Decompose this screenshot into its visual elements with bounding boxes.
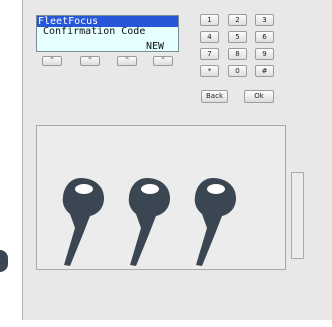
keypad-key-4[interactable]: 4 bbox=[200, 31, 219, 43]
lcd-status: NEW bbox=[145, 41, 164, 52]
keypad-key-8[interactable]: 8 bbox=[228, 48, 247, 60]
soft-key-1[interactable]: ^ bbox=[42, 56, 62, 66]
keypad-key-9[interactable]: 9 bbox=[255, 48, 274, 60]
lcd-display: FleetFocus Confirmation Code NEW bbox=[36, 15, 179, 52]
car-key-icon-3[interactable] bbox=[193, 176, 238, 268]
soft-key-4[interactable]: ^ bbox=[153, 56, 173, 66]
soft-key-2[interactable]: ^ bbox=[80, 56, 100, 66]
left-edge-shape bbox=[0, 250, 8, 272]
keypad-key-5[interactable]: 5 bbox=[228, 31, 247, 43]
keypad-key-1[interactable]: 1 bbox=[200, 14, 219, 26]
ok-button[interactable]: Ok bbox=[244, 90, 274, 103]
keypad-key-7[interactable]: 7 bbox=[200, 48, 219, 60]
keypad-key-6[interactable]: 6 bbox=[255, 31, 274, 43]
car-key-icon-2[interactable] bbox=[127, 176, 172, 268]
keypad-key-0[interactable]: 0 bbox=[228, 65, 247, 77]
soft-key-3[interactable]: ^ bbox=[117, 56, 137, 66]
keypad-key-2[interactable]: 2 bbox=[228, 14, 247, 26]
car-key-icon-1[interactable] bbox=[61, 176, 106, 268]
lcd-prompt: Confirmation Code bbox=[43, 26, 146, 37]
keypad-key-hash[interactable]: # bbox=[255, 65, 274, 77]
keypad-key-star[interactable]: * bbox=[200, 65, 219, 77]
keypad-key-3[interactable]: 3 bbox=[255, 14, 274, 26]
key-slot bbox=[291, 172, 304, 259]
back-button[interactable]: Back bbox=[201, 90, 228, 103]
